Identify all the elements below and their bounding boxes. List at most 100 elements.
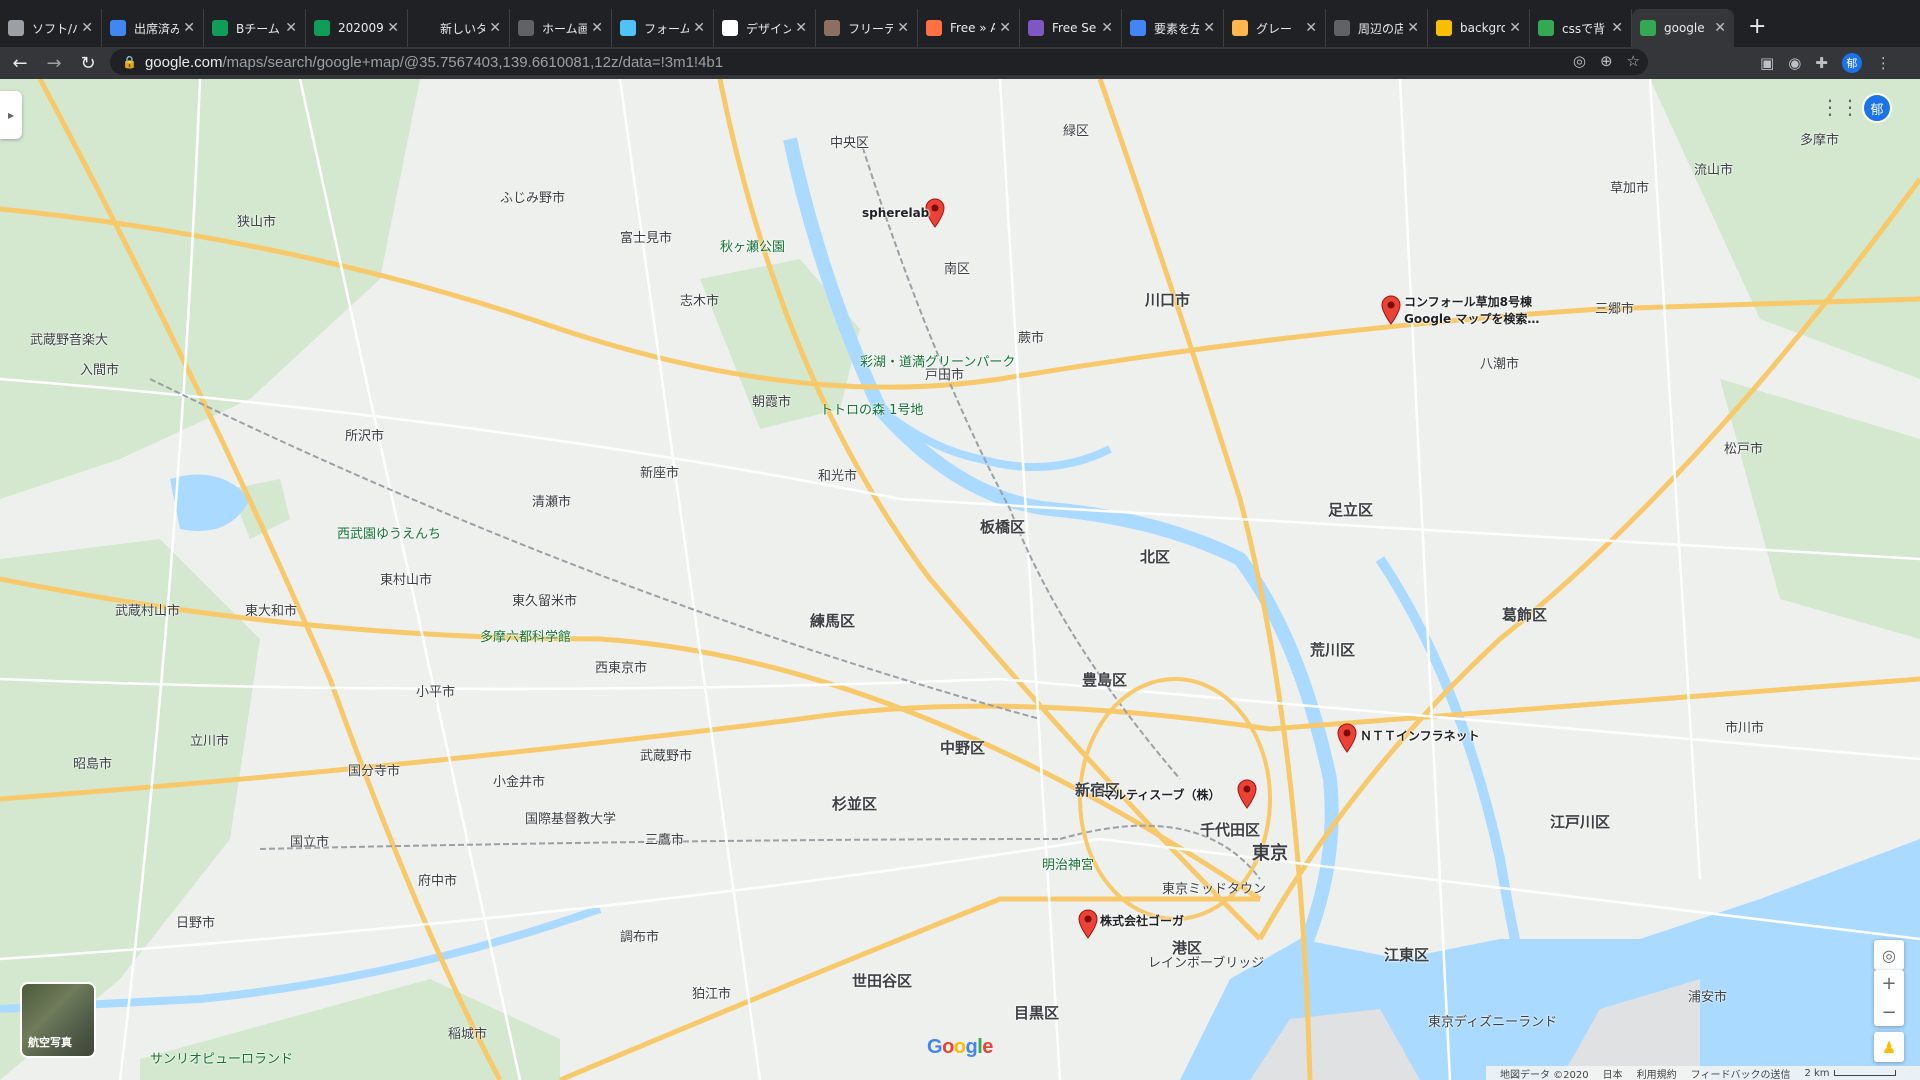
browser-tab[interactable]: Free » A ✕: [918, 9, 1020, 47]
map-place-label[interactable]: 明治神宮: [1042, 854, 1094, 873]
browser-tab[interactable]: 新しいタブ ✕: [408, 9, 510, 47]
map-place-label[interactable]: 千代田区: [1200, 819, 1260, 840]
map-place-label[interactable]: 草加市: [1610, 177, 1649, 196]
map-place-label[interactable]: 清瀬市: [532, 491, 571, 510]
map-place-label[interactable]: 富士見市: [620, 227, 672, 246]
map-place-label[interactable]: 東京ディズニーランド: [1428, 1011, 1557, 1030]
map-pin-icon[interactable]: [1380, 295, 1402, 325]
map-place-label[interactable]: 多摩市: [1800, 129, 1839, 148]
map-place-label[interactable]: 武蔵野音楽大: [30, 329, 108, 348]
map-place-label[interactable]: 世田谷区: [852, 970, 912, 991]
map-pin-label[interactable]: コンフォール草加8号棟 Google マップを検索…: [1404, 293, 1539, 327]
map-place-label[interactable]: レインボーブリッジ: [1148, 952, 1264, 971]
map-place-label[interactable]: 新座市: [640, 462, 679, 481]
zoom-in-button[interactable]: +: [1881, 973, 1896, 994]
map-place-label[interactable]: 府中市: [418, 870, 457, 889]
map-place-label[interactable]: 立川市: [190, 730, 229, 749]
map-place-label[interactable]: トトロの森 1号地: [820, 399, 923, 418]
tab-close-icon[interactable]: ✕: [1407, 20, 1419, 36]
browser-tab[interactable]: 周辺の店 ✕: [1326, 9, 1428, 47]
browser-tab[interactable]: フリーテ ✕: [816, 9, 918, 47]
satellite-toggle[interactable]: 航空写真: [20, 982, 96, 1058]
map-place-label[interactable]: 江戸川区: [1550, 811, 1610, 832]
map-place-label[interactable]: 板橋区: [980, 516, 1025, 537]
tab-close-icon[interactable]: ✕: [795, 20, 807, 36]
map-place-label[interactable]: 国分寺市: [348, 760, 400, 779]
browser-tab[interactable]: 出席済み ✕: [102, 9, 204, 47]
zoom-out-button[interactable]: −: [1881, 1002, 1896, 1023]
map-place-label[interactable]: 入間市: [80, 359, 119, 378]
extension-icon-1[interactable]: ▣: [1760, 54, 1774, 72]
map-place-label[interactable]: 川口市: [1145, 289, 1190, 310]
map-place-label[interactable]: 三鷹市: [645, 829, 684, 848]
map-place-label[interactable]: 東京: [1252, 839, 1288, 865]
tab-close-icon[interactable]: ✕: [1101, 20, 1113, 36]
tab-close-icon[interactable]: ✕: [81, 20, 93, 36]
tab-close-icon[interactable]: ✕: [1509, 20, 1521, 36]
map-place-label[interactable]: 足立区: [1328, 499, 1373, 520]
tab-close-icon[interactable]: ✕: [489, 20, 501, 36]
browser-tab[interactable]: 2020091✕: [306, 9, 408, 47]
map-place-label[interactable]: 蕨市: [1018, 327, 1044, 346]
tab-close-icon[interactable]: ✕: [1611, 20, 1623, 36]
tab-close-icon[interactable]: ✕: [285, 20, 297, 36]
map-place-label[interactable]: 小金井市: [493, 771, 545, 790]
map-place-label[interactable]: 荒川区: [1310, 639, 1355, 660]
map-place-label[interactable]: 杉並区: [832, 793, 877, 814]
bookmark-star-icon[interactable]: ☆: [1627, 52, 1640, 70]
map-place-label[interactable]: 東久留米市: [512, 590, 577, 609]
tab-close-icon[interactable]: ✕: [183, 20, 195, 36]
address-bar[interactable]: 🔒 google.com/maps/search/google+map/@35.…: [110, 49, 1648, 75]
side-panel-toggle[interactable]: ▸: [0, 91, 22, 139]
map-place-label[interactable]: 八潮市: [1480, 353, 1519, 372]
scale-indicator[interactable]: 2 km: [1804, 1068, 1896, 1079]
browser-tab[interactable]: デザイン ✕: [714, 9, 816, 47]
street-view-pegman-icon[interactable]: ♟: [1874, 1032, 1904, 1062]
tab-close-icon[interactable]: ✕: [591, 20, 603, 36]
browser-tab[interactable]: グレー ✕: [1224, 9, 1326, 47]
map-place-label[interactable]: 武蔵村山市: [115, 600, 180, 619]
map-place-label[interactable]: 彩湖・道満グリーンパーク: [860, 351, 1015, 370]
browser-tab[interactable]: ホーム画 ✕: [510, 9, 612, 47]
menu-icon[interactable]: ⋮: [1876, 54, 1891, 72]
tab-close-icon[interactable]: ✕: [693, 20, 705, 36]
map-place-label[interactable]: 所沢市: [345, 425, 384, 444]
reload-button[interactable]: ↻: [74, 49, 102, 77]
map-place-label[interactable]: 豊島区: [1082, 669, 1127, 690]
tab-close-icon[interactable]: ✕: [1203, 20, 1215, 36]
map-place-label[interactable]: 市川市: [1725, 717, 1764, 736]
browser-tab[interactable]: google ✕: [1632, 9, 1734, 47]
region-link[interactable]: 日本: [1603, 1066, 1623, 1080]
tab-close-icon[interactable]: ✕: [999, 20, 1011, 36]
map-pin-label[interactable]: マルティスーブ（株）: [1102, 786, 1221, 803]
map-place-label[interactable]: 流山市: [1694, 159, 1733, 178]
location-icon[interactable]: ◎: [1573, 52, 1586, 70]
forward-button[interactable]: →: [40, 49, 68, 77]
map-place-label[interactable]: 中央区: [830, 132, 869, 151]
map-place-label[interactable]: 西東京市: [595, 657, 647, 676]
map-place-label[interactable]: 西武園ゆうえんち: [337, 523, 441, 542]
map-pin-label[interactable]: 株式会社ゴーガ: [1100, 912, 1184, 929]
extension-icon-2[interactable]: ◉: [1788, 54, 1801, 72]
browser-tab[interactable]: cssで背 ✕: [1530, 9, 1632, 47]
map-place-label[interactable]: 国立市: [290, 831, 329, 850]
browser-tab[interactable]: フォーム ✕: [612, 9, 714, 47]
feedback-link[interactable]: フィードバックの送信: [1691, 1066, 1791, 1080]
map-canvas[interactable]: ▸ ⋮⋮ 郁 川口市 蕨市 戸田市 朝霞市 和光市 板橋区 北区 足立区 荒川区 葛飾区 練馬区 豊島…: [0, 79, 1920, 1080]
map-place-label[interactable]: 東大和市: [245, 600, 297, 619]
browser-tab[interactable]: ソフト/バ ✕: [0, 9, 102, 47]
profile-avatar[interactable]: 郁: [1841, 53, 1862, 73]
map-place-label[interactable]: 北区: [1140, 546, 1170, 567]
map-place-label[interactable]: 東京ミッドタウン: [1162, 878, 1266, 897]
map-place-label[interactable]: 日野市: [176, 912, 215, 931]
map-place-label[interactable]: 秋ヶ瀬公園: [720, 236, 785, 255]
map-place-label[interactable]: 国際基督教大学: [525, 808, 616, 827]
map-place-label[interactable]: 朝霞市: [752, 391, 791, 410]
map-place-label[interactable]: 和光市: [818, 465, 857, 484]
map-pin-icon[interactable]: [1236, 779, 1258, 809]
map-pin-icon[interactable]: [1077, 909, 1099, 939]
map-place-label[interactable]: 葛飾区: [1502, 604, 1547, 625]
back-button[interactable]: ←: [6, 49, 34, 77]
map-place-label[interactable]: 武蔵野市: [640, 745, 692, 764]
browser-tab[interactable]: backgro ✕: [1428, 9, 1530, 47]
